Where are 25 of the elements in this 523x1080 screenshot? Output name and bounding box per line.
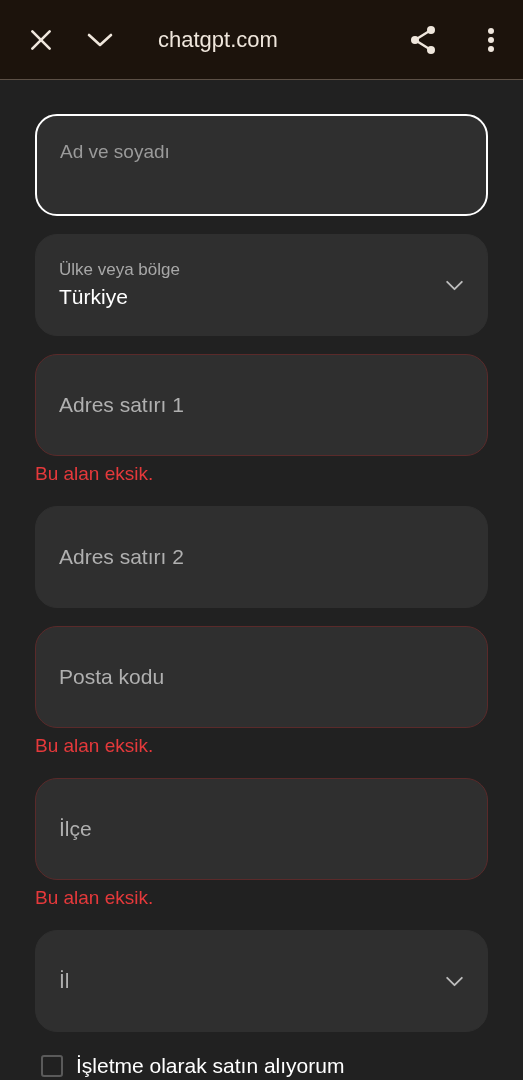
- field-label: İl: [59, 968, 71, 994]
- more-options-icon[interactable]: [487, 26, 495, 53]
- input-field[interactable]: Adres satırı 2: [35, 506, 488, 608]
- input-field[interactable]: Ad ve soyadı: [35, 114, 488, 216]
- error-message: Bu alan eksik.: [35, 735, 154, 757]
- input-field[interactable]: İlçe: [35, 778, 488, 880]
- select-field[interactable]: İl: [35, 930, 488, 1032]
- field-label: Adres satırı 1: [59, 392, 185, 418]
- error-message: Bu alan eksik.: [35, 463, 154, 485]
- checkbox[interactable]: [41, 1055, 63, 1077]
- share-icon[interactable]: [409, 24, 437, 55]
- checkbox-label: İşletme olarak satın alıyorum: [76, 1053, 345, 1079]
- url-text[interactable]: chatgpt.com: [158, 23, 278, 56]
- field-label: Posta kodu: [59, 664, 166, 690]
- field-label: İlçe: [59, 816, 93, 842]
- input-field[interactable]: Posta kodu: [35, 626, 488, 728]
- field-value: Türkiye: [59, 284, 129, 310]
- field-label: Ad ve soyadı: [60, 140, 171, 164]
- chevron-down-icon: [445, 975, 464, 987]
- field-label: Adres satırı 2: [59, 544, 185, 570]
- chevron-down-icon: [445, 279, 464, 291]
- select-field[interactable]: Ülke veya bölge Türkiye: [35, 234, 488, 336]
- error-message: Bu alan eksik.: [35, 887, 154, 909]
- input-field[interactable]: Adres satırı 1: [35, 354, 488, 456]
- field-label: Ülke veya bölge: [59, 259, 181, 281]
